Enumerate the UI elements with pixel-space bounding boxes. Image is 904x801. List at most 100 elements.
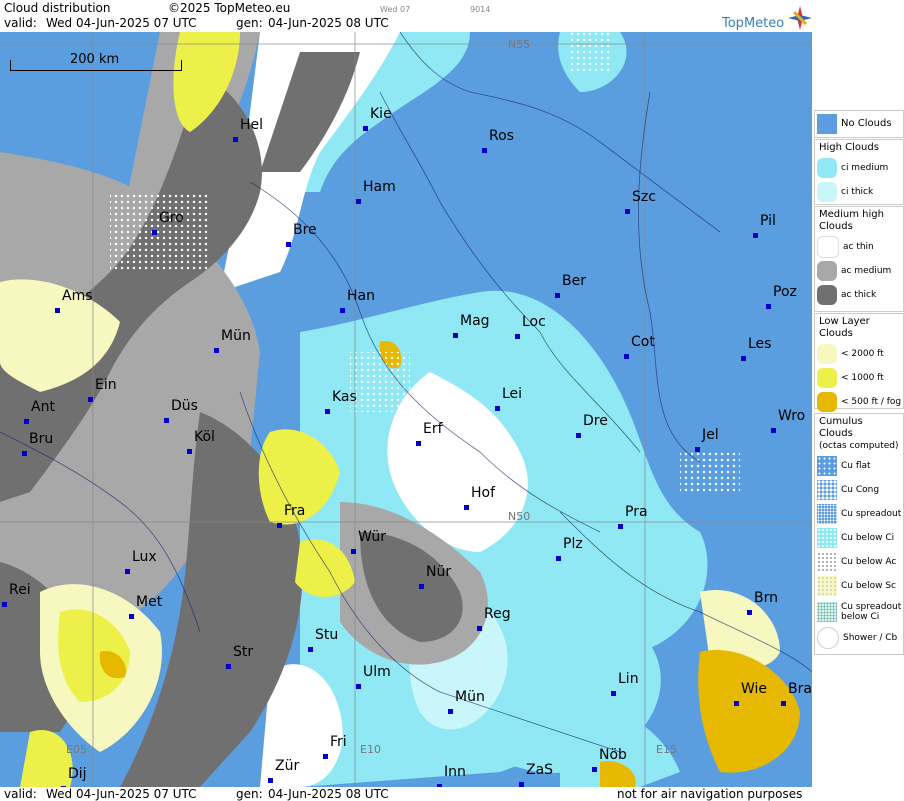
city-marker-icon	[164, 418, 169, 423]
valid-value: Wed 04-Jun-2025 07 UTC	[46, 16, 197, 30]
city-wie[interactable]: Wie	[734, 682, 767, 706]
city-bru[interactable]: Bru	[22, 432, 53, 456]
city-loc[interactable]: Loc	[515, 315, 546, 339]
ac-thin-swatch	[817, 236, 839, 258]
city-les[interactable]: Les	[741, 337, 771, 361]
city-marker-icon	[753, 233, 758, 238]
city-pra[interactable]: Pra	[618, 505, 648, 529]
city-marker-icon	[2, 602, 7, 607]
city-fra[interactable]: Fra	[277, 504, 305, 528]
grid-label-e15: E15	[656, 743, 677, 756]
footer-valid-value: Wed 04-Jun-2025 07 UTC	[46, 787, 197, 801]
city-marker-icon	[741, 356, 746, 361]
city-rei[interactable]: Rei	[2, 583, 31, 607]
city-inn[interactable]: Inn	[437, 765, 466, 787]
city-gro[interactable]: Gro	[152, 211, 184, 235]
city-dij[interactable]: Dij	[61, 767, 87, 787]
city-ulm[interactable]: Ulm	[356, 665, 391, 689]
city-marker-icon	[555, 293, 560, 298]
city-hof[interactable]: Hof	[464, 486, 495, 510]
legend-high-clouds: High Clouds ci medium ci thick	[814, 139, 904, 205]
city-dus[interactable]: Düs	[164, 399, 198, 423]
no-clouds-label: No Clouds	[841, 118, 892, 129]
grid-label-e10: E10	[360, 743, 381, 756]
city-str[interactable]: Str	[226, 645, 253, 669]
city-marker-icon	[129, 614, 134, 619]
footer-gen-value: 04-Jun-2025 08 UTC	[268, 787, 389, 801]
city-marker-icon	[308, 647, 313, 652]
city-plz[interactable]: Plz	[556, 537, 583, 561]
brand-name: TopMeteo	[722, 16, 785, 31]
city-zur[interactable]: Zür	[268, 759, 299, 783]
footer-valid-label: valid:	[4, 787, 37, 801]
city-marker-icon	[592, 767, 597, 772]
city-mun-south[interactable]: Mün	[448, 690, 485, 714]
city-stu[interactable]: Stu	[308, 628, 338, 652]
city-marker-icon	[233, 137, 238, 142]
city-mun-north[interactable]: Mün	[214, 329, 251, 353]
medium-clouds-title: Medium high Clouds	[819, 209, 884, 232]
cu-spreadout-label: Cu spreadout	[841, 509, 902, 519]
cu-spreadout-below-ci-label: Cu spreadout below Ci	[841, 602, 902, 622]
city-marker-icon	[781, 701, 786, 706]
city-ber[interactable]: Ber	[555, 274, 586, 298]
copyright: ©2025 TopMeteo.eu	[168, 1, 291, 15]
cumulus-subtitle: (octas computed)	[819, 441, 899, 451]
city-marker-icon	[695, 447, 700, 452]
city-wro[interactable]: Wro	[771, 409, 805, 433]
legend-low-clouds: Low Layer Clouds < 2000 ft < 1000 ft < 5…	[814, 313, 904, 412]
city-bra[interactable]: Bra	[781, 682, 812, 706]
cloud-map-graphic	[0, 32, 812, 787]
city-reg[interactable]: Reg	[477, 607, 511, 631]
city-bre[interactable]: Bre	[286, 223, 317, 247]
city-nob[interactable]: Nöb	[592, 748, 627, 772]
ac-thin-label: ac thin	[843, 242, 874, 252]
cu-spreadout-below-ci-swatch	[817, 602, 837, 622]
low-clouds-title: Low Layer Clouds	[819, 316, 870, 339]
ci-thick-label: ci thick	[841, 187, 874, 197]
city-marker-icon	[277, 523, 282, 528]
cu-flat-swatch	[817, 456, 837, 476]
city-marker-icon	[618, 524, 623, 529]
city-ham[interactable]: Ham	[356, 180, 396, 204]
city-poz[interactable]: Poz	[766, 285, 797, 309]
city-marker-icon	[55, 308, 60, 313]
city-zas[interactable]: ZaS	[519, 763, 553, 787]
city-cot[interactable]: Cot	[624, 335, 655, 359]
city-szc[interactable]: Szc	[625, 190, 656, 214]
city-kie[interactable]: Kie	[363, 107, 392, 131]
city-marker-icon	[482, 148, 487, 153]
city-marker-icon	[356, 684, 361, 689]
city-ant[interactable]: Ant	[24, 400, 55, 424]
city-fri[interactable]: Fri	[323, 735, 347, 759]
ac-thick-swatch	[817, 285, 837, 305]
city-marker-icon	[624, 354, 629, 359]
city-lin[interactable]: Lin	[611, 672, 639, 696]
city-dre[interactable]: Dre	[576, 414, 608, 438]
city-met[interactable]: Met	[129, 595, 162, 619]
grid-label-e05: E05	[66, 743, 87, 756]
city-erf[interactable]: Erf	[416, 422, 443, 446]
city-lei[interactable]: Lei	[495, 387, 522, 411]
city-mag[interactable]: Mag	[453, 314, 490, 338]
city-hel[interactable]: Hel	[233, 118, 263, 142]
city-ams[interactable]: Ams	[55, 289, 93, 313]
city-pil[interactable]: Pil	[753, 214, 776, 238]
city-kas[interactable]: Kas	[325, 390, 357, 414]
city-nur[interactable]: Nür	[419, 565, 451, 589]
city-ros[interactable]: Ros	[482, 129, 514, 153]
city-ein[interactable]: Ein	[88, 378, 117, 402]
cloud-map[interactable]: 200 km N55 N50 E05 E10 E15 Kie Hel Ros H…	[0, 32, 813, 787]
cu-below-sc-label: Cu below Sc	[841, 581, 896, 591]
city-brn[interactable]: Brn	[747, 591, 778, 615]
city-kol[interactable]: Köl	[187, 430, 215, 454]
gen-value: 04-Jun-2025 08 UTC	[268, 16, 389, 30]
city-han[interactable]: Han	[340, 289, 375, 313]
city-lux[interactable]: Lux	[125, 550, 157, 574]
cu-spreadout-swatch	[817, 504, 837, 524]
legend-panel: No Clouds High Clouds ci medium ci thick…	[812, 0, 904, 801]
city-marker-icon	[363, 126, 368, 131]
city-jel[interactable]: Jel	[695, 428, 719, 452]
cu-flat-label: Cu flat	[841, 461, 871, 471]
city-wur[interactable]: Wür	[351, 530, 386, 554]
